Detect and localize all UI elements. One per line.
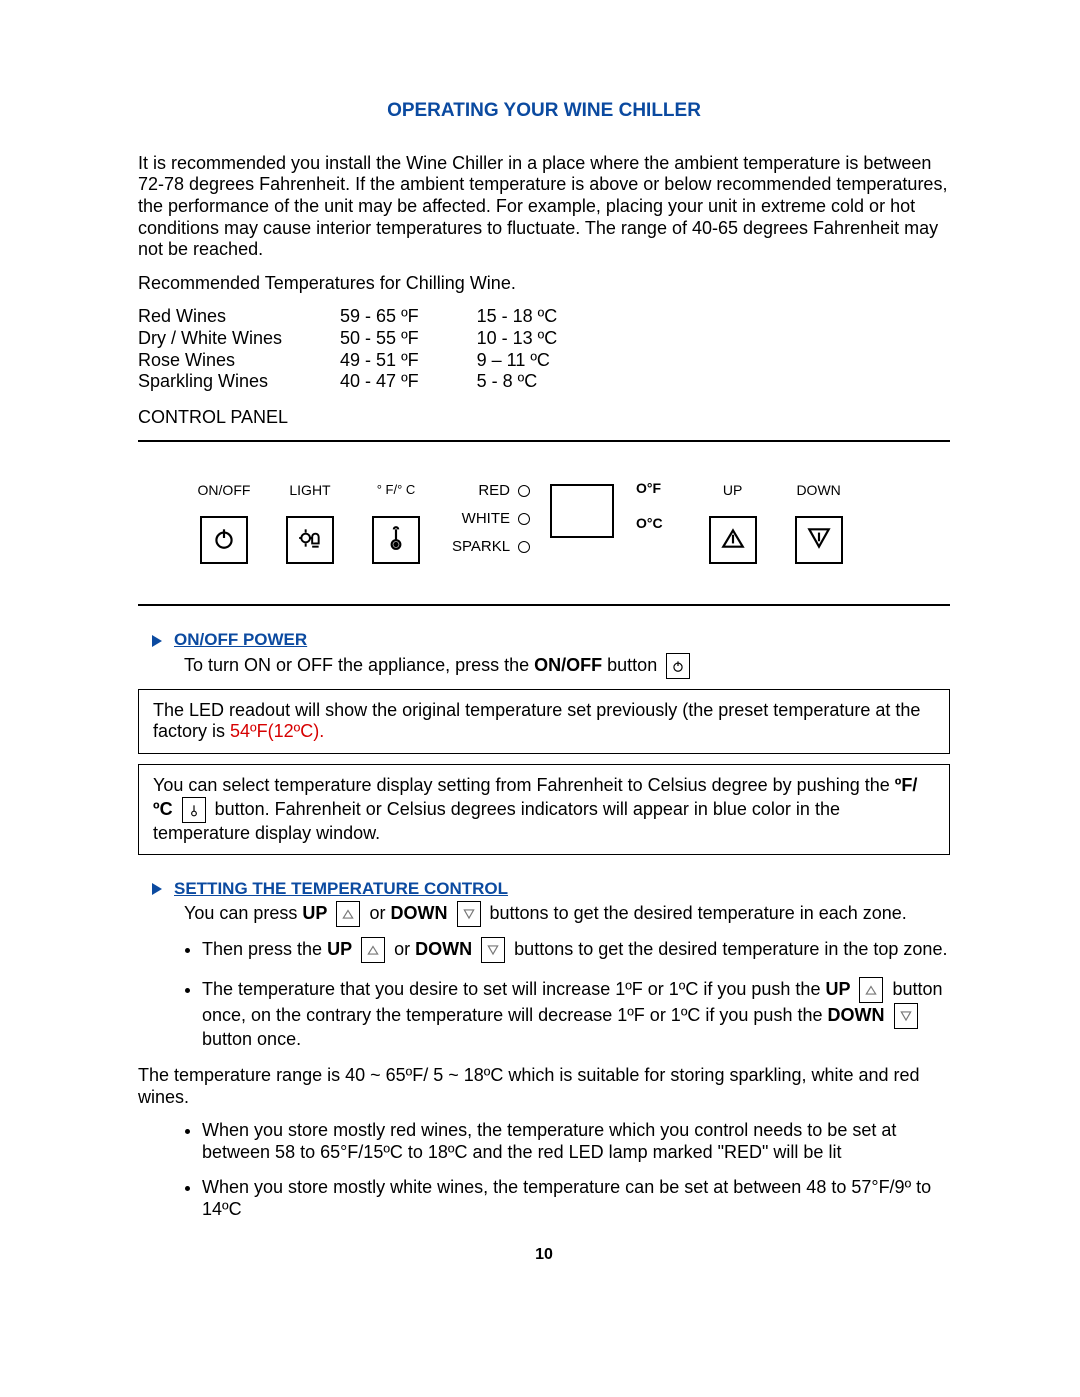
- light-icon: [297, 525, 323, 557]
- onoff-label: ON/OFF: [198, 482, 251, 498]
- note-box-fc: You can select temperature display setti…: [138, 764, 950, 855]
- white-led: [518, 513, 530, 525]
- bullet-item: The temperature that you desire to set w…: [202, 977, 950, 1051]
- power-icon-inline: [666, 653, 690, 679]
- table-row: Rose Wines 49 - 51 ºF 9 – 11 ºC: [138, 350, 575, 372]
- temperature-display: [550, 484, 614, 538]
- up-triangle-icon-inline: [336, 901, 360, 927]
- thermometer-icon: [383, 525, 409, 557]
- control-panel-diagram: ON/OFF LIGHT: [138, 442, 950, 604]
- light-label: LIGHT: [289, 482, 330, 498]
- divider: [138, 604, 950, 606]
- setting-instruction: You can press UP or DOWN buttons to get …: [184, 901, 950, 927]
- power-icon: [211, 525, 237, 557]
- intro-paragraph: It is recommended you install the Wine C…: [138, 153, 950, 261]
- red-led-label: RED: [452, 482, 510, 500]
- table-row: Sparkling Wines 40 - 47 ºF 5 - 8 ºC: [138, 371, 575, 393]
- down-label: DOWN: [796, 482, 840, 498]
- fc-button[interactable]: [372, 516, 420, 564]
- recommend-label: Recommended Temperatures for Chilling Wi…: [138, 273, 950, 295]
- down-button[interactable]: [795, 516, 843, 564]
- down-triangle-icon-inline: [894, 1003, 918, 1029]
- down-triangle-icon: [806, 525, 832, 557]
- page-number: 10: [138, 1245, 950, 1264]
- up-triangle-icon-inline: [361, 937, 385, 963]
- thermometer-icon-inline: [182, 797, 206, 823]
- bullet-item: Then press the UP or DOWN buttons to get…: [202, 937, 950, 963]
- sparkl-led-label: SPARKL: [452, 538, 510, 556]
- f-indicator: O°F: [636, 480, 661, 497]
- onoff-instruction: To turn ON or OFF the appliance, press t…: [184, 653, 950, 679]
- fc-label: ° F/° C: [377, 482, 416, 498]
- table-row: Dry / White Wines 50 - 55 ºF 10 - 13 ºC: [138, 328, 575, 350]
- bullet-item: When you store mostly red wines, the tem…: [202, 1120, 950, 1163]
- light-button[interactable]: [286, 516, 334, 564]
- c-indicator: O°C: [636, 515, 663, 532]
- red-led: [518, 485, 530, 497]
- down-triangle-icon-inline: [481, 937, 505, 963]
- sparkl-led: [518, 541, 530, 553]
- setting-heading: SETTING THE TEMPERATURE CONTROL: [174, 879, 508, 899]
- bullet-arrow-icon: [152, 635, 162, 647]
- control-panel-label: CONTROL PANEL: [138, 407, 950, 429]
- up-triangle-icon: [720, 525, 746, 557]
- table-row: Red Wines 59 - 65 ºF 15 - 18 ºC: [138, 306, 575, 328]
- power-button[interactable]: [200, 516, 248, 564]
- up-triangle-icon-inline: [859, 977, 883, 1003]
- page-title: OPERATING YOUR WINE CHILLER: [138, 100, 950, 123]
- range-paragraph: The temperature range is 40 ~ 65ºF/ 5 ~ …: [138, 1065, 950, 1108]
- temperature-table: Red Wines 59 - 65 ºF 15 - 18 ºC Dry / Wh…: [138, 306, 575, 392]
- bullet-arrow-icon: [152, 883, 162, 895]
- up-label: UP: [723, 482, 742, 498]
- white-led-label: WHITE: [452, 510, 510, 528]
- note-box-preset: The LED readout will show the original t…: [138, 689, 950, 754]
- down-triangle-icon-inline: [457, 901, 481, 927]
- onoff-heading: ON/OFF POWER: [174, 630, 307, 650]
- up-button[interactable]: [709, 516, 757, 564]
- bullet-item: When you store mostly white wines, the t…: [202, 1177, 950, 1220]
